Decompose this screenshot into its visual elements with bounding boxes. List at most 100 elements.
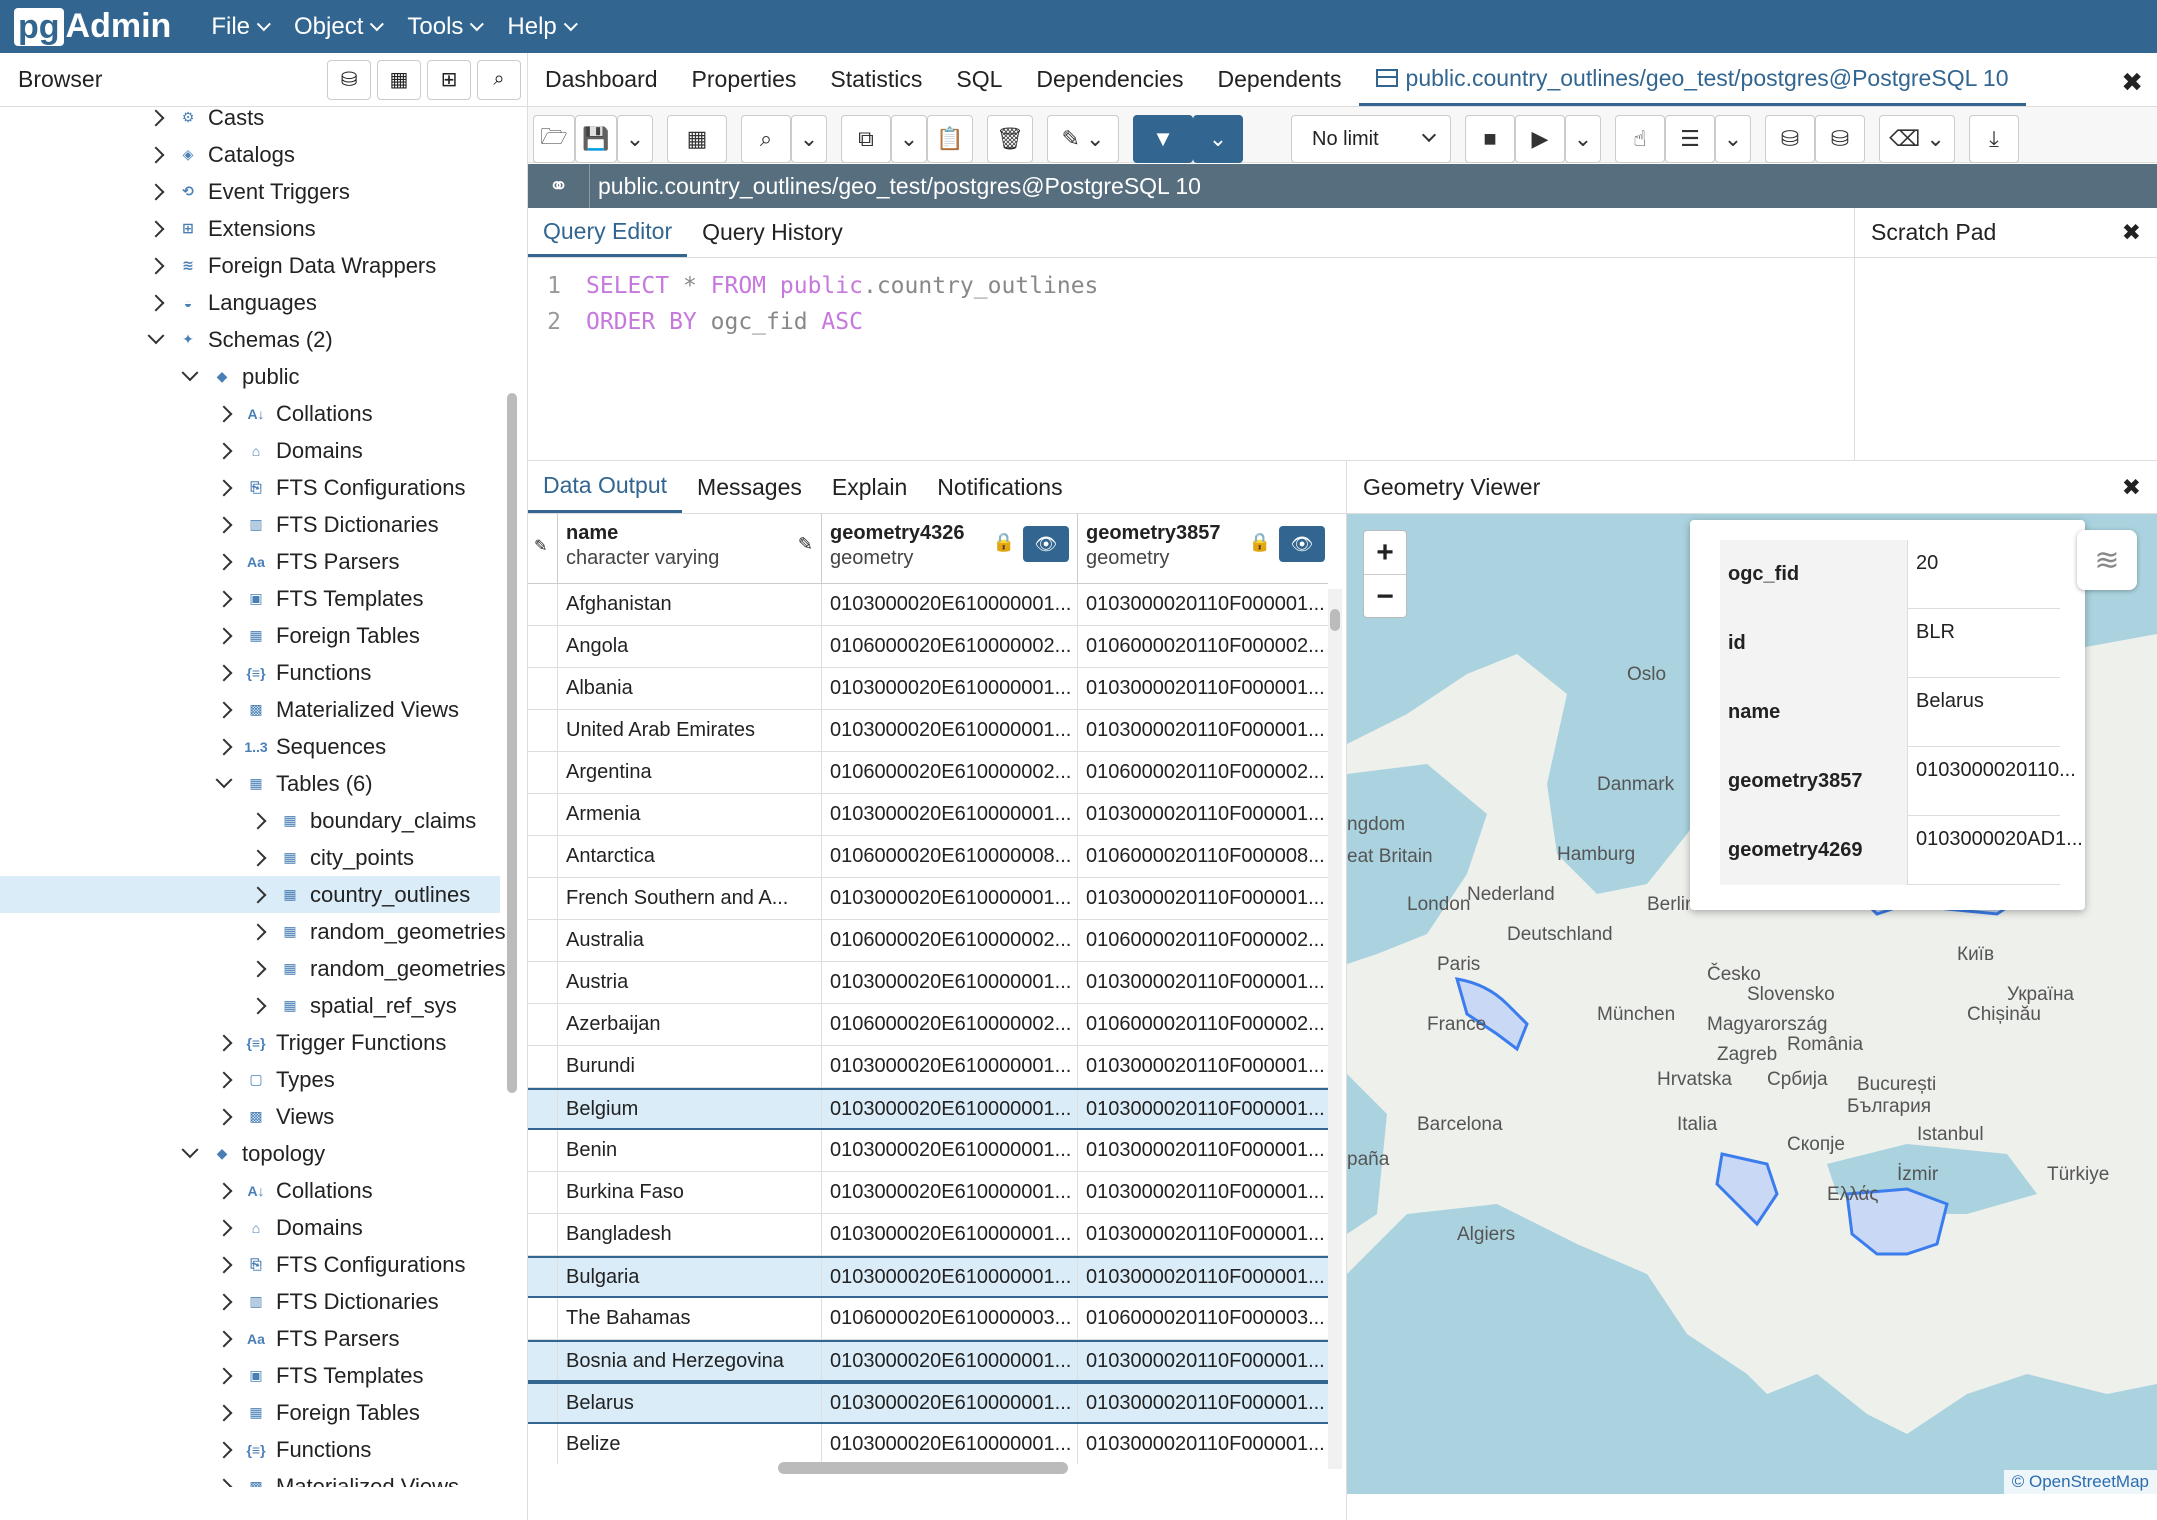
tree-node-country-outlines[interactable]: ▦ country_outlines (0, 876, 500, 913)
cell-g4326[interactable]: 0106000020E610000002... (822, 920, 1078, 961)
cell[interactable] (528, 920, 558, 961)
map-attribution[interactable]: © OpenStreetMap (2003, 1470, 2157, 1494)
tree-node-domains[interactable]: ⌂ Domains (215, 1209, 363, 1246)
query-tool-button[interactable]: ⛁ (327, 59, 371, 100)
cell[interactable] (528, 878, 558, 919)
cell-g3857[interactable]: 0106000020110F000003... (1078, 1298, 1328, 1339)
cell[interactable] (528, 584, 558, 625)
browser-scrollbar[interactable] (507, 393, 517, 1093)
tree-node-schemas-2-[interactable]: ✦ Schemas (2) (147, 321, 333, 358)
column-header-geometry4326[interactable]: geometry4326 geometry 🔒 👁 (822, 514, 1078, 584)
tree-node-fts-templates[interactable]: ▣ FTS Templates (215, 580, 424, 617)
cell-name[interactable]: Antarctica (558, 836, 822, 877)
column-header-name[interactable]: name character varying ✎ (558, 514, 822, 584)
tree-node-foreign-data-wrappers[interactable]: ≋ Foreign Data Wrappers (147, 247, 436, 284)
tree-node-extensions[interactable]: ⊞ Extensions (147, 210, 316, 247)
cell-name[interactable]: Afghanistan (558, 584, 822, 625)
connection-status-icon[interactable]: ⚭ (528, 164, 590, 208)
explain-button[interactable]: ☝ (1615, 115, 1665, 163)
table-row[interactable]: The Bahamas 0106000020E610000003... 010600… (528, 1298, 1328, 1340)
cell[interactable] (528, 1384, 558, 1422)
execute-button[interactable]: ▶ (1515, 115, 1565, 163)
table-row[interactable]: Angola 0106000020E610000002... 01060000201… (528, 626, 1328, 668)
chevron-right-icon[interactable] (147, 183, 165, 200)
view-geometry-button[interactable]: 👁 (1023, 526, 1069, 562)
cell-g4326[interactable]: 0103000020E610000001... (822, 794, 1078, 835)
table-row[interactable]: Belarus 0103000020E610000001... 0103000020… (528, 1382, 1328, 1424)
cell[interactable] (528, 836, 558, 877)
chevron-right-icon[interactable] (215, 1367, 233, 1384)
cell-g3857[interactable]: 0103000020110F000001... (1078, 1172, 1328, 1213)
chevron-right-icon[interactable] (215, 1330, 233, 1347)
tree-node-fts-dictionaries[interactable]: ▥ FTS Dictionaries (215, 506, 439, 543)
view-geometry-button[interactable]: 👁 (1279, 526, 1325, 562)
chevron-down-icon[interactable] (181, 1140, 199, 1158)
cell-g4326[interactable]: 0103000020E610000001... (822, 1424, 1078, 1464)
cell-g4326[interactable]: 0103000020E610000001... (822, 668, 1078, 709)
tree-node-fts-configurations[interactable]: ⎘ FTS Configurations (215, 469, 466, 506)
code-line[interactable]: 2 ORDER BY ogc_fid ASC (528, 304, 863, 340)
cell-g4326[interactable]: 0106000020E610000002... (822, 626, 1078, 667)
chevron-right-icon[interactable] (215, 1441, 233, 1458)
cell-g4326[interactable]: 0103000020E610000001... (822, 1258, 1078, 1296)
tree-node-materialized-views[interactable]: ▩ Materialized Views (215, 1468, 459, 1487)
chevron-right-icon[interactable] (215, 405, 233, 422)
table-row[interactable]: Bulgaria 0103000020E610000001... 010300002… (528, 1256, 1328, 1298)
cell-g3857[interactable]: 0106000020110F000002... (1078, 626, 1328, 667)
layers-control[interactable]: ≋ (2077, 530, 2137, 590)
view-data-button[interactable]: ▦ (377, 59, 421, 100)
tab-dashboard[interactable]: Dashboard (528, 53, 675, 106)
tree-node-fts-parsers[interactable]: Aa FTS Parsers (215, 1320, 399, 1357)
tab-notifications[interactable]: Notifications (922, 461, 1077, 513)
commit-button[interactable]: ⛁ (1765, 115, 1815, 163)
tree-node-functions[interactable]: {≡} Functions (215, 1431, 371, 1468)
chevron-right-icon[interactable] (147, 220, 165, 237)
tree-node-fts-configurations[interactable]: ⎘ FTS Configurations (215, 1246, 466, 1283)
cell-name[interactable]: Albania (558, 668, 822, 709)
tree-node-boundary-claims[interactable]: ▦ boundary_claims (249, 802, 476, 839)
execute-dropdown-button[interactable]: ⌄ (1565, 115, 1601, 163)
chevron-right-icon[interactable] (215, 1071, 233, 1088)
cell-name[interactable]: Australia (558, 920, 822, 961)
chevron-right-icon[interactable] (215, 1256, 233, 1273)
map-view[interactable]: Oslo Danmark Hamburg Berlin Nederland London D… (1347, 514, 2157, 1494)
tab-query-history[interactable]: Query History (687, 208, 858, 257)
cell[interactable] (528, 752, 558, 793)
cell-g4326[interactable]: 0103000020E610000001... (822, 1214, 1078, 1255)
tree-node-random-geometries[interactable]: ▦ random_geometries (249, 950, 506, 987)
close-icon[interactable]: ✖ (2122, 474, 2141, 501)
table-row[interactable]: Argentina 0106000020E610000002... 01060000… (528, 752, 1328, 794)
chevron-right-icon[interactable] (215, 442, 233, 459)
menu-object[interactable]: Object (294, 13, 385, 41)
cell-g3857[interactable]: 0103000020110F000001... (1078, 710, 1328, 751)
chevron-right-icon[interactable] (215, 1293, 233, 1310)
cell-name[interactable]: Bulgaria (558, 1258, 822, 1296)
tree-node-fts-parsers[interactable]: Aa FTS Parsers (215, 543, 399, 580)
tree-node-foreign-tables[interactable]: ▦ Foreign Tables (215, 1394, 420, 1431)
table-row[interactable]: Albania 0103000020E610000001... 0103000020… (528, 668, 1328, 710)
chevron-right-icon[interactable] (215, 738, 233, 755)
cell-g3857[interactable]: 0106000020110F000002... (1078, 1004, 1328, 1045)
cell-g3857[interactable]: 0103000020110F000001... (1078, 962, 1328, 1003)
stop-button[interactable]: ■ (1465, 115, 1515, 163)
tree-node-casts[interactable]: ⚙ Casts (147, 107, 264, 136)
table-row[interactable]: Australia 0106000020E610000002... 01060000… (528, 920, 1328, 962)
cell-name[interactable]: Argentina (558, 752, 822, 793)
cell-g3857[interactable]: 0103000020110F000001... (1078, 1384, 1328, 1422)
find-button[interactable]: ⌕ (741, 115, 791, 163)
cell-g4326[interactable]: 0106000020E610000003... (822, 1298, 1078, 1339)
cell[interactable] (528, 1004, 558, 1045)
chevron-down-icon[interactable] (181, 363, 199, 381)
tab-sql[interactable]: SQL (939, 53, 1019, 106)
find-dropdown-button[interactable]: ⌄ (791, 115, 827, 163)
cell-name[interactable]: Austria (558, 962, 822, 1003)
cell-g4326[interactable]: 0103000020E610000001... (822, 1172, 1078, 1213)
table-row[interactable]: Armenia 0103000020E610000001... 0103000020… (528, 794, 1328, 836)
chevron-right-icon[interactable] (147, 109, 165, 126)
cell[interactable] (528, 1090, 558, 1128)
cell[interactable] (528, 794, 558, 835)
filtered-rows-button[interactable]: ⊞ (427, 59, 471, 100)
tree-node-catalogs[interactable]: ◈ Catalogs (147, 136, 295, 173)
chevron-right-icon[interactable] (147, 294, 165, 311)
row-limit-select[interactable]: No limit (1291, 115, 1451, 163)
